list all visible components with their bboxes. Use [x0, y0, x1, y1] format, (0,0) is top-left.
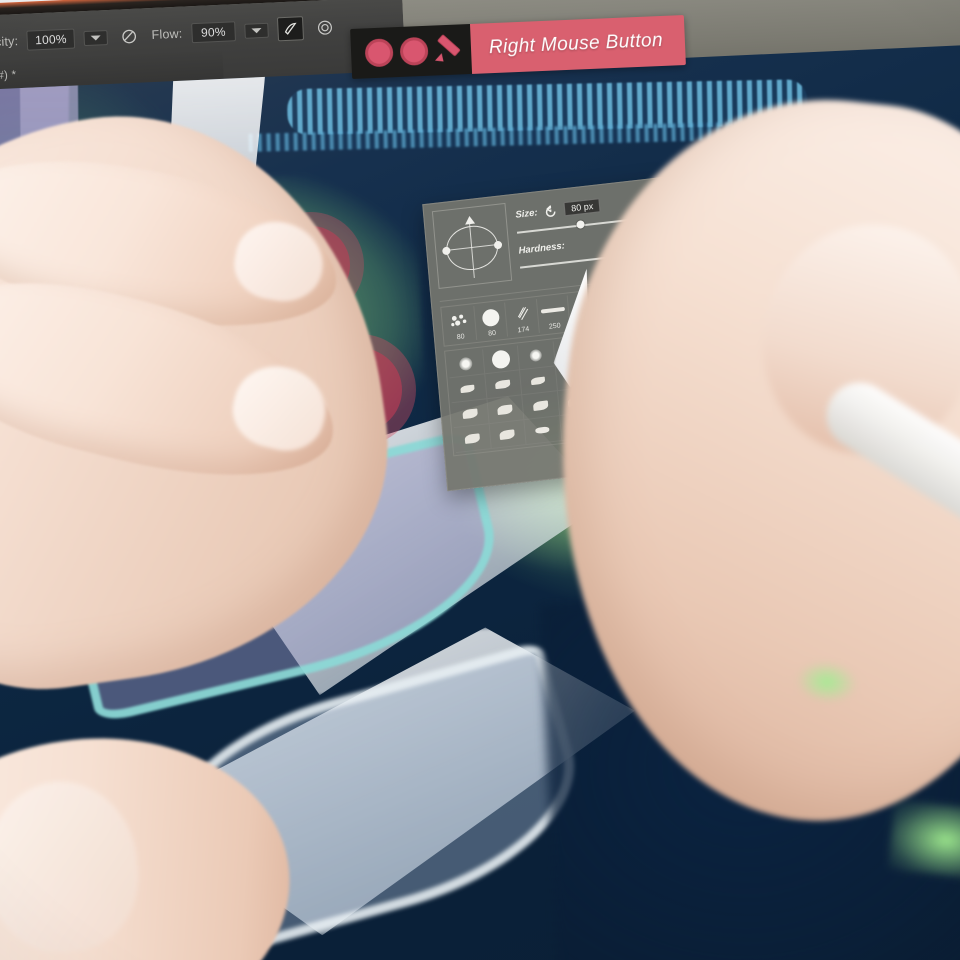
green-paint-smudge	[887, 799, 960, 881]
flat-wide-brush-icon	[538, 296, 570, 325]
brush-grid-item[interactable]	[489, 420, 527, 450]
round-hard-brush-icon	[475, 303, 507, 332]
recent-brush-size: 80	[487, 329, 497, 338]
brush-grid-item[interactable]	[524, 416, 562, 446]
size-slider-knob[interactable]	[576, 220, 585, 229]
screenshot-stage: Opacity: 100% Flow: 90% RGB/8#) * Size: …	[0, 0, 960, 960]
recent-brush-item[interactable]: 250	[537, 295, 571, 333]
fingernail	[0, 774, 146, 960]
size-label: Size:	[514, 206, 538, 221]
opacity-input[interactable]: 100%	[26, 28, 76, 51]
recent-brush-item[interactable]: 174	[506, 298, 540, 337]
pressure-opacity-button[interactable]	[116, 23, 143, 48]
mouse-button-right-icon	[399, 36, 429, 66]
document-tab-title: er 1, RGB/8#) *	[0, 69, 17, 85]
mouse-button-left-icon	[364, 38, 394, 68]
brush-angle-roundness-icon[interactable]	[431, 202, 513, 289]
chevron-down-icon	[251, 27, 262, 33]
chevron-down-icon	[90, 34, 101, 41]
reset-arrow-icon[interactable]	[544, 204, 558, 218]
green-paint-smudge	[794, 658, 859, 705]
recent-brush-item[interactable]: 80	[474, 302, 509, 340]
hardness-label: Hardness:	[518, 240, 566, 257]
callout-icon-panel	[350, 23, 473, 79]
callout-label: Right Mouse Button	[488, 29, 664, 59]
recent-brush-size: 174	[517, 326, 530, 335]
opacity-label: Opacity:	[0, 34, 19, 51]
flow-dropdown[interactable]	[244, 22, 269, 39]
smoothing-button[interactable]	[312, 15, 339, 40]
recent-brush-item[interactable]: 80	[443, 306, 477, 344]
airbrush-button[interactable]	[276, 16, 304, 42]
flow-input[interactable]: 90%	[190, 21, 236, 44]
callout-label-panel: Right Mouse Button	[469, 15, 686, 74]
brush-grid-item[interactable]	[453, 424, 492, 454]
bristle-brush-icon	[506, 299, 538, 328]
recent-brush-size: 80	[456, 333, 465, 342]
flow-label: Flow:	[151, 26, 183, 43]
recent-brush-size: 250	[548, 322, 561, 331]
pencil-icon	[435, 36, 462, 63]
opacity-dropdown[interactable]	[83, 29, 108, 46]
scatter-brush-icon	[443, 306, 475, 335]
size-value-field[interactable]: 80 px	[563, 198, 601, 217]
